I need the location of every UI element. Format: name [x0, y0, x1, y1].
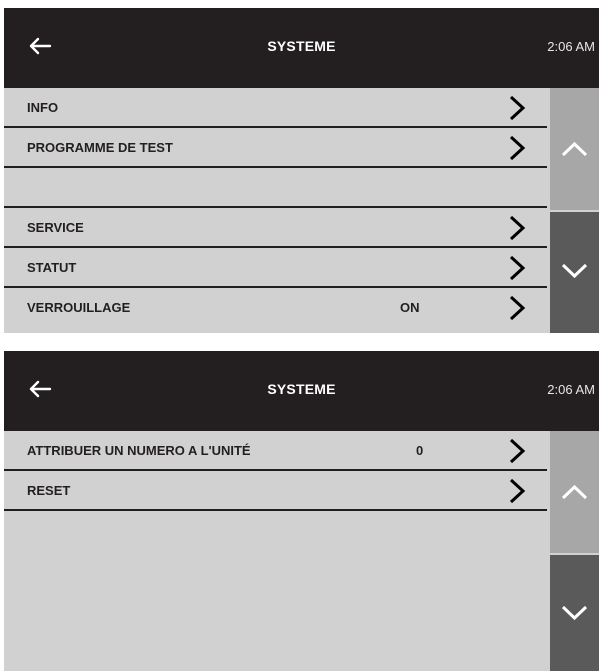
menu-item-empty	[4, 168, 547, 208]
chevron-right-icon	[509, 135, 526, 161]
chevron-up-icon	[561, 141, 588, 157]
menu-list: ATTRIBUER UN NUMERO A L'UNITÉ 0 RESET	[4, 431, 547, 511]
menu-item-label: VERROUILLAGE	[27, 300, 131, 315]
scroll-down-button[interactable]	[550, 212, 599, 333]
system-screen-2: SYSTEME 2:06 AM ATTRIBUER UN NUMERO A L'…	[4, 351, 599, 671]
menu-item-label: STATUT	[27, 260, 77, 275]
system-screen-1: SYSTEME 2:06 AM INFO PROGRAMME DE TEST S…	[4, 8, 599, 333]
chevron-up-icon	[561, 484, 588, 500]
menu-item-statut[interactable]: STATUT	[4, 248, 547, 288]
chevron-right-icon	[509, 255, 526, 281]
page-title: SYSTEME	[267, 38, 336, 54]
chevron-right-icon	[509, 215, 526, 241]
menu-item-value: 0	[416, 443, 424, 458]
menu-item-reset[interactable]: RESET	[4, 471, 547, 511]
chevron-right-icon	[509, 438, 526, 464]
menu-item-info[interactable]: INFO	[4, 88, 547, 128]
clock: 2:06 AM	[547, 39, 595, 54]
header: SYSTEME 2:06 AM	[4, 351, 599, 431]
menu-item-label: ATTRIBUER UN NUMERO A L'UNITÉ	[27, 443, 251, 458]
menu-item-service[interactable]: SERVICE	[4, 208, 547, 248]
header: SYSTEME 2:06 AM	[4, 8, 599, 88]
scroll-up-button[interactable]	[550, 88, 599, 210]
clock: 2:06 AM	[547, 382, 595, 397]
chevron-down-icon	[561, 605, 588, 621]
chevron-right-icon	[509, 295, 526, 321]
scroll-up-button[interactable]	[550, 431, 599, 553]
menu-item-verrouillage[interactable]: VERROUILLAGE ON	[4, 288, 547, 326]
menu-item-label: PROGRAMME DE TEST	[27, 140, 173, 155]
menu-item-programme-de-test[interactable]: PROGRAMME DE TEST	[4, 128, 547, 168]
menu-list: INFO PROGRAMME DE TEST SERVICE STATUT VE…	[4, 88, 547, 326]
menu-item-label: SERVICE	[27, 220, 84, 235]
menu-item-label: INFO	[27, 100, 59, 115]
menu-item-label: RESET	[27, 483, 71, 498]
page-title: SYSTEME	[267, 381, 336, 397]
chevron-right-icon	[509, 478, 526, 504]
chevron-down-icon	[561, 263, 588, 279]
scroll-down-button[interactable]	[550, 555, 599, 671]
menu-item-value: ON	[400, 300, 420, 315]
menu-item-attribuer-numero[interactable]: ATTRIBUER UN NUMERO A L'UNITÉ 0	[4, 431, 547, 471]
chevron-right-icon	[509, 95, 526, 121]
